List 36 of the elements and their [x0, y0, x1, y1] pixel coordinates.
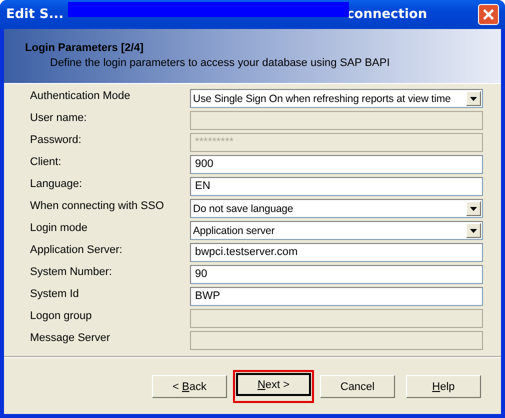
caret-icon: [470, 206, 477, 210]
caret-icon: [470, 228, 477, 232]
dropdown-arrow-button[interactable]: [466, 223, 481, 238]
input-field[interactable]: 900: [190, 155, 483, 174]
field-label: User name:: [30, 111, 88, 124]
dialog-button[interactable]: Cancel: [320, 375, 395, 398]
field-label: System Number:: [30, 265, 113, 278]
dropdown-arrow-button[interactable]: [466, 201, 481, 216]
field-label: Application Server:: [30, 243, 124, 256]
field-label: Client:: [30, 155, 62, 168]
close-icon: [482, 8, 495, 21]
input-field[interactable]: EN: [190, 177, 483, 196]
dropdown[interactable]: Do not save language: [190, 199, 483, 218]
field-label: Language:: [30, 177, 83, 190]
dialog-button[interactable]: Next >: [236, 373, 311, 396]
field-label: Login mode: [30, 221, 88, 234]
dialog-button[interactable]: < Back: [152, 375, 227, 398]
step-title: Login Parameters [2/4]: [25, 42, 145, 54]
input-field[interactable]: 90: [190, 265, 483, 284]
dropdown[interactable]: Application server: [190, 221, 483, 240]
dropdown[interactable]: Use Single Sign On when refreshing reports at view time: [190, 89, 483, 108]
field-label: System Id: [30, 287, 80, 300]
field-label: Logon group: [30, 309, 93, 322]
step-description: Define the login parameters to access your database using SAP BAPI: [49, 57, 391, 69]
caret-icon: [470, 96, 477, 100]
dropdown-arrow-button[interactable]: [466, 91, 481, 106]
field-label: Password:: [30, 133, 82, 146]
window-title: Edit S...: [6, 7, 64, 22]
window-title: connection: [346, 7, 428, 22]
input-field[interactable]: bwpci.testserver.com: [190, 243, 483, 262]
input-field[interactable]: BWP: [190, 287, 483, 306]
field-label: When connecting with SSO: [30, 199, 165, 212]
field-label: Authentication Mode: [30, 89, 132, 102]
dialog-button[interactable]: Help: [406, 375, 481, 398]
field-label: Message Server: [30, 331, 112, 344]
close-button[interactable]: [478, 4, 499, 25]
